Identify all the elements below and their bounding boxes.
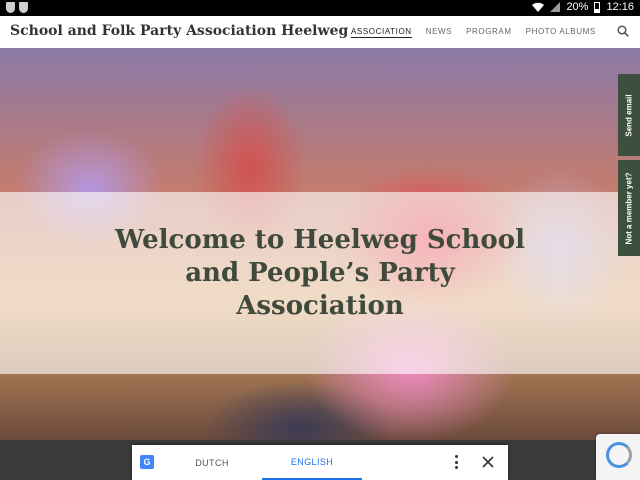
send-email-tab[interactable]: Send email <box>618 74 640 156</box>
signal-icon <box>550 2 561 12</box>
notification-icons <box>6 2 28 13</box>
wifi-icon <box>532 2 545 12</box>
recaptcha-badge[interactable] <box>596 434 640 480</box>
member-label: Not a member yet? <box>624 171 634 245</box>
status-indicators: 20% 12:16 <box>532 1 634 13</box>
translate-bar: G DUTCH ENGLISH <box>132 445 508 480</box>
hero-image: Welcome to Heelweg School and People’s P… <box>0 48 640 440</box>
search-icon[interactable] <box>617 25 629 37</box>
main-nav: ASSOCIATION NEWS PROGRAM PHOTO ALBUMS <box>351 27 596 38</box>
nav-item-news[interactable]: NEWS <box>426 27 452 38</box>
nav-item-association[interactable]: ASSOCIATION <box>351 27 412 38</box>
battery-icon <box>594 1 601 13</box>
status-bar: 20% 12:16 <box>0 0 640 16</box>
battery-percent: 20% <box>566 1 589 13</box>
lang-tab-dutch[interactable]: DUTCH <box>166 445 258 480</box>
clock: 12:16 <box>606 1 634 13</box>
nav-item-photo-albums[interactable]: PHOTO ALBUMS <box>526 27 596 38</box>
close-icon[interactable] <box>482 456 494 468</box>
hero-heading: Welcome to Heelweg School and People’s P… <box>115 225 525 321</box>
more-options-icon[interactable] <box>450 455 462 469</box>
lang-tab-english[interactable]: ENGLISH <box>262 445 362 480</box>
site-header: School and Folk Party Association Heelwe… <box>0 16 640 48</box>
send-email-label: Send email <box>624 93 634 137</box>
member-tab[interactable]: Not a member yet? <box>618 160 640 256</box>
site-title[interactable]: School and Folk Party Association Heelwe… <box>10 23 348 39</box>
nav-item-program[interactable]: PROGRAM <box>466 27 512 38</box>
shield-icon <box>19 2 28 13</box>
google-translate-icon: G <box>140 455 154 469</box>
shield-icon <box>6 2 15 13</box>
